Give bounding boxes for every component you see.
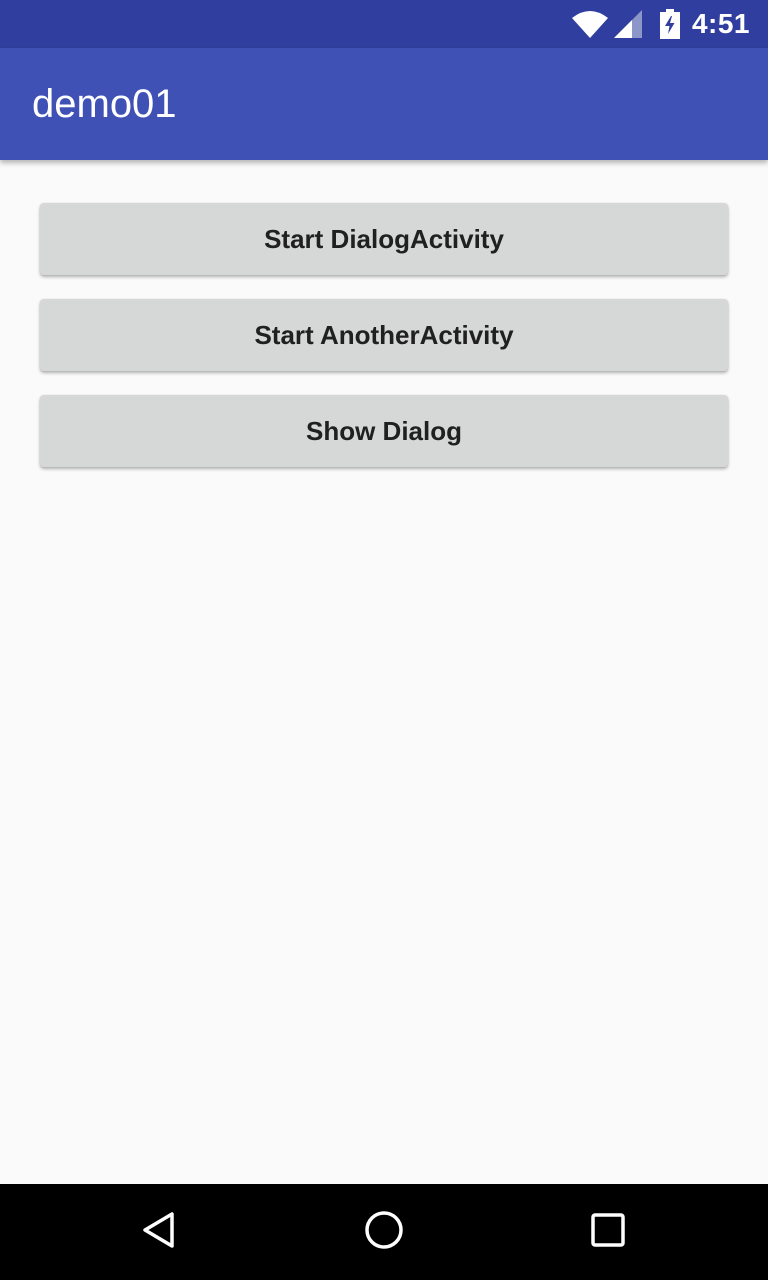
status-icons: 4:51 bbox=[571, 0, 750, 48]
app-title: demo01 bbox=[32, 82, 177, 126]
screen: 4:51 demo01 Start DialogActivity Start A… bbox=[0, 0, 768, 1280]
app-bar: demo01 bbox=[0, 48, 768, 160]
main-content: Start DialogActivity Start AnotherActivi… bbox=[0, 160, 768, 1184]
recents-icon bbox=[590, 1212, 626, 1253]
status-time: 4:51 bbox=[691, 8, 750, 39]
status-bar: 4:51 bbox=[0, 0, 768, 48]
show-dialog-button[interactable]: Show Dialog bbox=[40, 395, 728, 467]
signal-icon bbox=[613, 10, 642, 38]
start-dialog-activity-button[interactable]: Start DialogActivity bbox=[40, 203, 728, 275]
recents-button[interactable] bbox=[560, 1184, 656, 1280]
home-button[interactable] bbox=[336, 1184, 432, 1280]
start-another-activity-button[interactable]: Start AnotherActivity bbox=[40, 299, 728, 371]
home-icon bbox=[364, 1210, 404, 1255]
back-button[interactable] bbox=[112, 1184, 208, 1280]
wifi-icon bbox=[571, 10, 608, 38]
back-icon bbox=[140, 1210, 180, 1255]
navigation-bar bbox=[0, 1184, 768, 1280]
battery-charging-icon bbox=[659, 9, 680, 39]
